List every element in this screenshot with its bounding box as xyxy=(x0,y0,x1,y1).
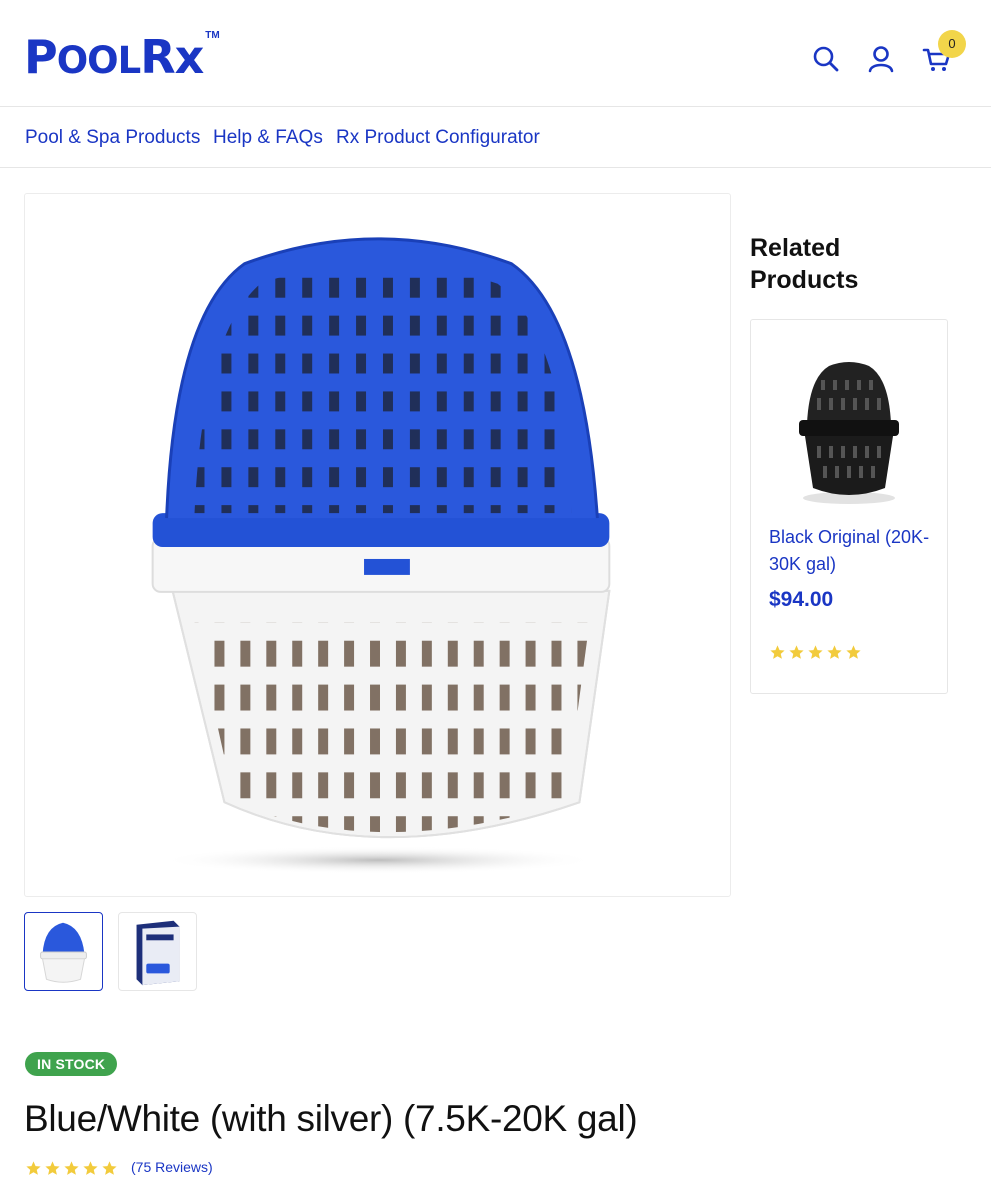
star-icon xyxy=(807,644,824,661)
trademark-symbol: TM xyxy=(205,30,220,41)
thumbnail-product-box[interactable] xyxy=(118,912,197,991)
star-icon xyxy=(101,1160,118,1177)
in-stock-badge: IN STOCK xyxy=(25,1052,118,1076)
nav-pool-spa-products[interactable]: Pool & Spa Products xyxy=(25,127,200,149)
search-icon[interactable] xyxy=(811,44,841,74)
main-product-image[interactable] xyxy=(24,193,731,897)
star-icon xyxy=(82,1160,99,1177)
star-icon xyxy=(769,644,786,661)
related-product-card[interactable]: Black Original (20K-30K gal) $94.00 xyxy=(750,319,948,694)
main-nav: Pool & Spa Products Help & FAQs Rx Produ… xyxy=(0,107,991,168)
site-header: POOLRx TM 0 xyxy=(0,0,991,107)
star-icon xyxy=(788,644,805,661)
star-icon xyxy=(44,1160,61,1177)
related-products-heading: Related Products xyxy=(750,234,859,294)
related-product-name[interactable]: Black Original (20K-30K gal) xyxy=(769,524,939,578)
star-icon xyxy=(826,644,843,661)
nav-help-faqs[interactable]: Help & FAQs xyxy=(213,127,323,149)
related-product-price: $94.00 xyxy=(769,588,834,611)
user-icon[interactable] xyxy=(866,44,896,74)
related-product-rating xyxy=(769,644,862,661)
logo-wordmark: POOLRx xyxy=(24,30,204,84)
cart-count-badge: 0 xyxy=(938,30,966,58)
poolrx-logo[interactable]: POOLRx TM xyxy=(24,28,220,88)
thumbnail-blue-white-basket[interactable] xyxy=(24,912,103,991)
black-original-image xyxy=(799,362,899,504)
star-icon xyxy=(63,1160,80,1177)
reviews-link[interactable]: (75 Reviews) xyxy=(131,1159,213,1175)
star-icon xyxy=(845,644,862,661)
star-icon xyxy=(25,1160,42,1177)
product-rating xyxy=(25,1160,118,1177)
nav-rx-product-configurator[interactable]: Rx Product Configurator xyxy=(336,127,540,149)
product-title: Blue/White (with silver) (7.5K-20K gal) xyxy=(24,1098,638,1139)
